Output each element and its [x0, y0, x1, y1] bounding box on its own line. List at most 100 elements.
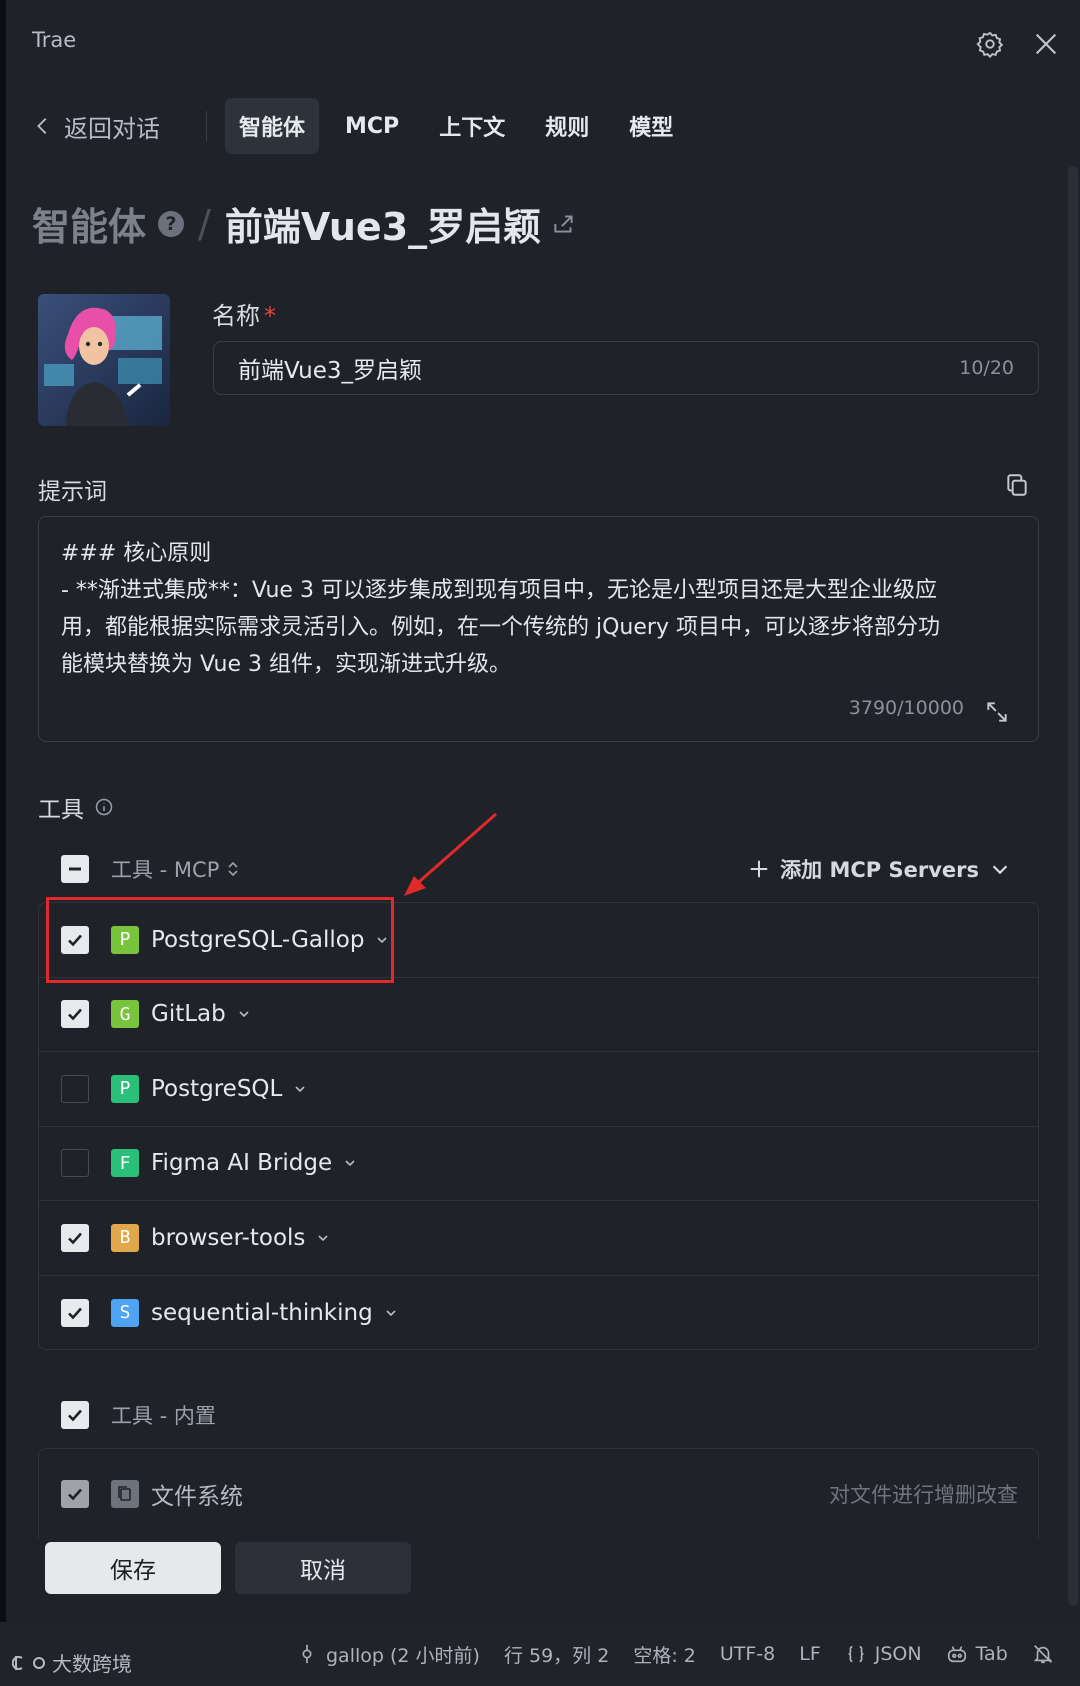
tab-mcp[interactable]: MCP [331, 102, 413, 151]
share-icon[interactable] [551, 211, 577, 237]
chevron-down-icon[interactable] [236, 1006, 252, 1022]
mcp-server-checkbox[interactable] [61, 1000, 89, 1029]
name-label: 名称 * [212, 296, 276, 331]
window-title: Trae [32, 28, 77, 52]
bell-off-icon [1033, 1645, 1053, 1664]
mcp-server-checkbox[interactable] [61, 1149, 89, 1178]
branch-status[interactable]: gallop (2 小时前) [296, 1641, 480, 1668]
indent-spaces[interactable]: 空格: 2 [633, 1641, 696, 1668]
required-mark: * [264, 302, 276, 330]
mcp-server-checkbox[interactable] [61, 1223, 89, 1252]
watermark: 大数跨境 [12, 1648, 132, 1677]
agent-name-value: 前端Vue3_罗启颖 [238, 358, 423, 384]
mcp-server-name[interactable]: PostgreSQL-Gallop [151, 927, 364, 953]
help-icon[interactable]: ? [158, 210, 185, 237]
status-bar: gallop (2 小时前) 行 59，列 2 空格: 2 UTF-8 LF J… [0, 1622, 1080, 1686]
tab-rules[interactable]: 规则 [531, 98, 603, 154]
chevron-down-icon[interactable] [383, 1305, 399, 1321]
watermark-logo-icon [12, 1655, 46, 1670]
tools-label: 工具 [38, 790, 114, 824]
sort-icon [228, 861, 238, 877]
chevron-down-icon[interactable] [342, 1155, 358, 1171]
chevron-down-icon[interactable] [374, 932, 390, 948]
mcp-server-row: P PostgreSQL-Gallop [39, 903, 1038, 978]
agent-avatar[interactable] [38, 294, 170, 426]
add-mcp-label: 添加 MCP Servers [780, 858, 979, 882]
mcp-server-row: F Figma AI Bridge [39, 1127, 1038, 1201]
prompt-line: ### 核心原则 [61, 541, 212, 566]
file-system-icon [111, 1479, 139, 1508]
chevron-down-icon [992, 865, 1008, 875]
builtin-tool-checkbox[interactable] [61, 1479, 89, 1508]
info-icon[interactable] [94, 797, 114, 817]
copilot-status[interactable]: Tab [946, 1643, 1008, 1665]
indent-mode: Tab [975, 1643, 1008, 1665]
cursor-position[interactable]: 行 59，列 2 [504, 1641, 609, 1668]
tab-agent[interactable]: 智能体 [225, 98, 320, 154]
builtin-tool-name: 文件系统 [151, 1483, 243, 1510]
back-label: 返回对话 [64, 114, 160, 143]
language-mode[interactable]: JSON [845, 1643, 922, 1665]
chevron-down-icon[interactable] [292, 1081, 308, 1097]
mcp-select-all-checkbox[interactable] [61, 855, 89, 883]
breadcrumb-section[interactable]: 智能体 [32, 196, 146, 251]
top-nav: 返回对话 智能体 MCP 上下文 规则 模型 [32, 98, 699, 154]
mcp-server-row: S sequential-thinking [39, 1276, 1038, 1350]
tab-models[interactable]: 模型 [615, 98, 687, 154]
gear-icon[interactable] [976, 30, 1004, 59]
builtin-tool-row: 文件系统 对文件进行增删改查 [38, 1448, 1039, 1538]
add-mcp-servers-button[interactable]: 添加 MCP Servers [748, 854, 1011, 884]
prompt-textarea[interactable]: ### 核心原则 - **渐进式集成**：Vue 3 可以逐步集成到现有项目中，… [38, 516, 1039, 742]
git-commit-icon [302, 1644, 312, 1664]
mcp-server-list: P PostgreSQL-Gallop G GitLab P PostgreSQ… [38, 902, 1039, 1350]
builtin-tool-desc: 对文件进行增删改查 [829, 1482, 1018, 1507]
language-text: JSON [874, 1643, 922, 1665]
server-badge-icon: S [111, 1298, 139, 1327]
mcp-sort-toggle[interactable]: 工具 - MCP [111, 854, 241, 884]
copy-icon[interactable] [1004, 472, 1030, 498]
save-button[interactable]: 保存 [45, 1542, 221, 1594]
prompt-line: 用，都能根据实际需求灵活引入。例如，在一个传统的 jQuery 项目中，可以逐步… [61, 615, 940, 640]
chevron-left-icon [37, 118, 47, 134]
mcp-group-title: 工具 - MCP [111, 858, 220, 882]
notifications[interactable] [1032, 1643, 1054, 1665]
mcp-server-name[interactable]: PostgreSQL [151, 1076, 282, 1102]
mcp-server-name[interactable]: GitLab [151, 1001, 226, 1027]
builtin-select-all-checkbox[interactable] [61, 1401, 89, 1429]
server-badge-icon: F [111, 1149, 139, 1178]
plus-icon [750, 860, 768, 878]
back-to-chat-button[interactable]: 返回对话 [32, 109, 160, 144]
nav-divider [206, 111, 207, 141]
scrollbar[interactable] [1068, 166, 1078, 1606]
mcp-server-name[interactable]: sequential-thinking [151, 1300, 373, 1326]
expand-icon[interactable] [984, 699, 1010, 725]
mcp-server-checkbox[interactable] [61, 1298, 89, 1327]
mcp-tools-header: 工具 - MCP 添加 MCP Servers [61, 854, 1011, 884]
close-icon[interactable] [1032, 30, 1060, 58]
server-badge-icon: P [111, 925, 139, 954]
server-badge-icon: B [111, 1223, 139, 1252]
assistant-icon [947, 1646, 966, 1663]
tab-context[interactable]: 上下文 [425, 98, 519, 154]
mcp-server-checkbox[interactable] [61, 1074, 89, 1103]
braces-icon [848, 1645, 864, 1663]
branch-text: gallop (2 小时前) [326, 1644, 480, 1667]
line-ending[interactable]: LF [799, 1643, 821, 1665]
chevron-down-icon[interactable] [315, 1230, 331, 1246]
mcp-server-name[interactable]: Figma AI Bridge [151, 1150, 332, 1176]
mcp-server-name[interactable]: browser-tools [151, 1225, 305, 1251]
builtin-tools-header: 工具 - 内置 [61, 1400, 216, 1430]
page-title: 智能体 ? / 前端Vue3_罗启颖 [32, 196, 577, 251]
mcp-server-checkbox[interactable] [61, 925, 89, 954]
file-encoding[interactable]: UTF-8 [720, 1643, 775, 1665]
cancel-button[interactable]: 取消 [235, 1542, 411, 1594]
prompt-line: 能模块替换为 Vue 3 组件，实现渐进式升级。 [61, 652, 512, 677]
builtin-group-title: 工具 - 内置 [111, 1404, 216, 1428]
name-label-text: 名称 [212, 302, 260, 330]
mcp-server-row: G GitLab [39, 978, 1038, 1052]
mcp-server-row: P PostgreSQL [39, 1052, 1038, 1127]
breadcrumb-agent-name: 前端Vue3_罗启颖 [224, 205, 542, 249]
server-badge-icon: G [111, 1000, 139, 1029]
watermark-text: 大数跨境 [52, 1652, 132, 1676]
agent-name-input[interactable]: 前端Vue3_罗启颖 10/20 [213, 341, 1039, 395]
